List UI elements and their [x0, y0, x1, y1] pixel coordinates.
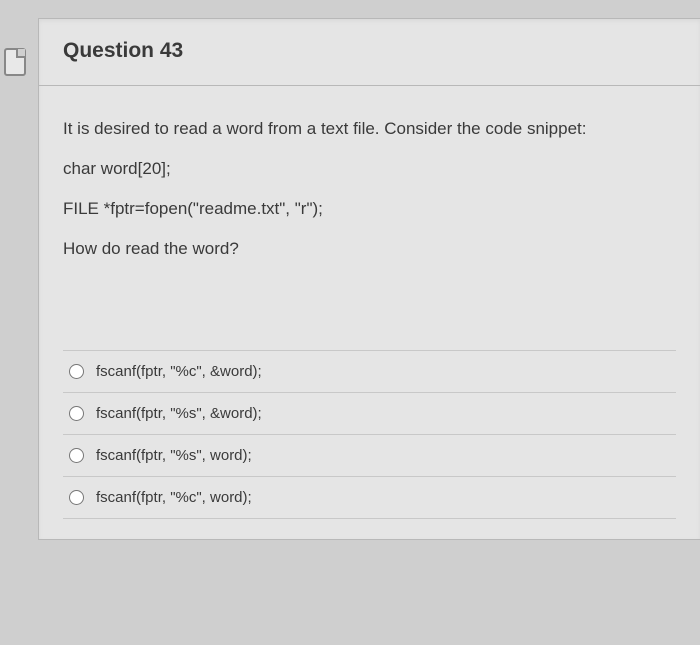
option-radio-2[interactable]	[69, 448, 84, 463]
question-title: Question 43	[63, 39, 676, 63]
question-card: Question 43 It is desired to read a word…	[38, 18, 700, 540]
prompt-line-1: char word[20];	[63, 158, 676, 180]
prompt-line-3: How do read the word?	[63, 238, 676, 260]
option-radio-3[interactable]	[69, 490, 84, 505]
question-header: Question 43	[39, 19, 700, 86]
option-radio-1[interactable]	[69, 406, 84, 421]
option-label-2: fscanf(fptr, "%s", word);	[96, 447, 252, 464]
option-row-0[interactable]: fscanf(fptr, "%c", &word);	[63, 351, 676, 393]
option-row-2[interactable]: fscanf(fptr, "%s", word);	[63, 435, 676, 477]
options-list: fscanf(fptr, "%c", &word); fscanf(fptr, …	[63, 350, 676, 519]
question-body: It is desired to read a word from a text…	[39, 86, 700, 539]
option-row-3[interactable]: fscanf(fptr, "%c", word);	[63, 477, 676, 519]
option-label-1: fscanf(fptr, "%s", &word);	[96, 405, 262, 422]
option-row-1[interactable]: fscanf(fptr, "%s", &word);	[63, 393, 676, 435]
page-wrap: Question 43 It is desired to read a word…	[0, 0, 700, 540]
prompt-line-0: It is desired to read a word from a text…	[63, 118, 676, 140]
prompt-line-2: FILE *fptr=fopen("readme.txt", "r");	[63, 198, 676, 220]
option-radio-0[interactable]	[69, 364, 84, 379]
option-label-0: fscanf(fptr, "%c", &word);	[96, 363, 262, 380]
page-icon	[4, 48, 26, 76]
option-label-3: fscanf(fptr, "%c", word);	[96, 489, 252, 506]
